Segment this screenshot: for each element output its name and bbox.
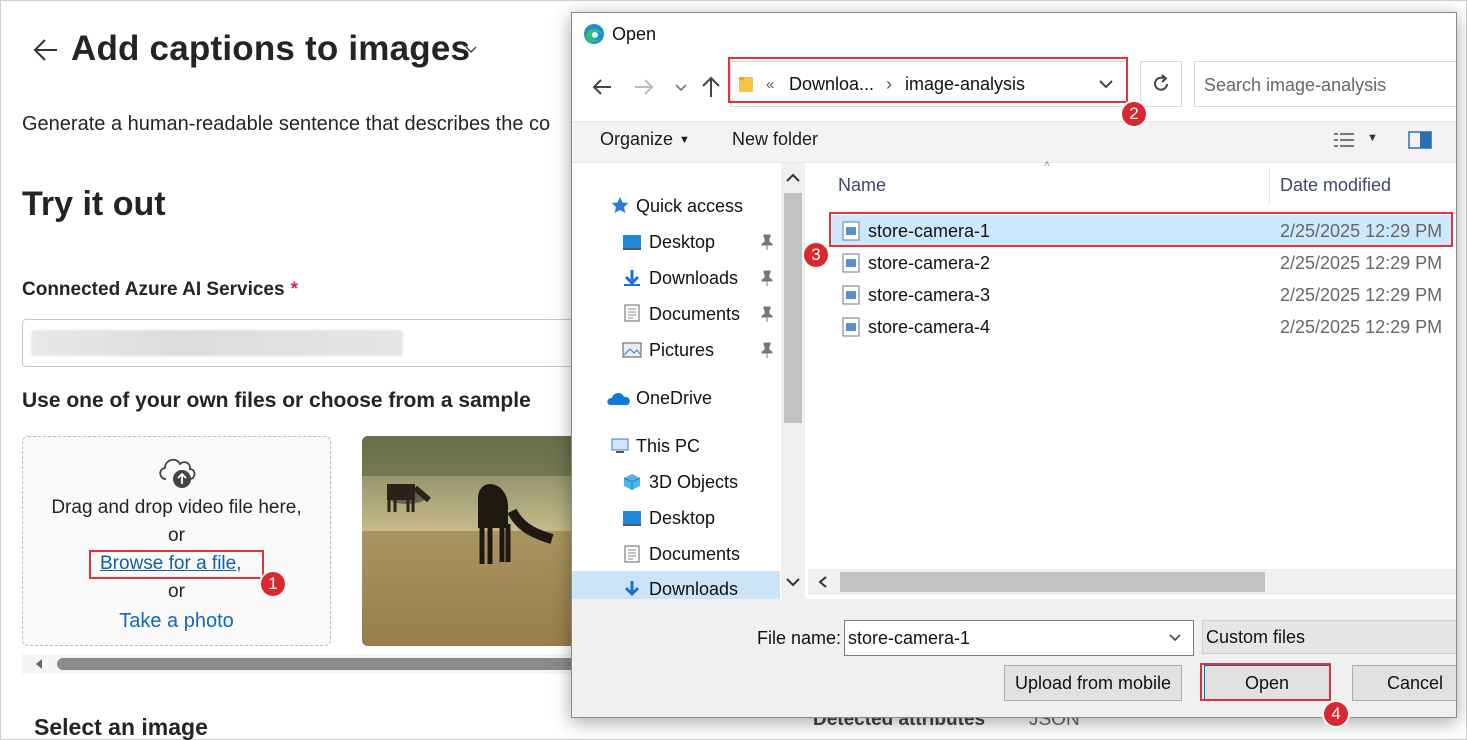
dialog-toolbar [572, 121, 1456, 163]
annotation-box-open [1200, 663, 1331, 701]
view-options-icon[interactable] [1332, 130, 1356, 150]
nav-this-pc[interactable]: This PC [636, 436, 700, 457]
file-date: 2/25/2025 12:29 PM [1280, 285, 1443, 305]
try-it-out-heading: Try it out [22, 185, 166, 223]
documents-icon [624, 545, 640, 563]
refresh-icon [1154, 74, 1168, 91]
nav-3d-objects[interactable]: 3D Objects [649, 472, 738, 493]
take-photo-link[interactable]: Take a photo [22, 610, 331, 633]
upload-from-mobile-button[interactable]: Upload from mobile [1004, 665, 1182, 701]
desktop-icon [623, 511, 641, 526]
column-header-date-modified[interactable]: Date modified [1280, 175, 1391, 196]
scroll-down-icon[interactable] [785, 575, 801, 589]
organize-menu[interactable]: Organize ▼ [600, 129, 690, 150]
annotation-box-address [728, 57, 1128, 103]
sample-image-cows[interactable] [362, 436, 577, 646]
annotation-badge: 3 [802, 241, 830, 269]
cloud-upload-icon [159, 458, 196, 488]
nav-desktop[interactable]: Desktop [649, 232, 715, 253]
column-divider[interactable] [1269, 168, 1270, 204]
nav-downloads-pc[interactable]: Downloads [649, 579, 738, 600]
file-name-value: store-camera-1 [848, 628, 971, 648]
view-options-caret-icon[interactable]: ▼ [1367, 132, 1378, 144]
annotation-box-file [829, 212, 1453, 247]
new-folder-button[interactable]: New folder [732, 129, 818, 150]
image-file-icon [842, 317, 860, 337]
pin-icon[interactable] [760, 234, 774, 250]
pin-icon[interactable] [760, 342, 774, 358]
pin-icon[interactable] [760, 306, 774, 322]
redacted-service-name [31, 330, 403, 356]
dialog-title: Open [612, 24, 657, 44]
select-image-heading: Select an image [34, 714, 208, 740]
image-file-icon [842, 253, 860, 273]
annotation-badge: 4 [1322, 700, 1350, 728]
services-label: Connected Azure AI Services * [22, 279, 298, 300]
annotation-box-browse [89, 550, 264, 579]
caret-down-icon: ▼ [679, 134, 690, 146]
annotation-badge: 2 [1120, 100, 1148, 128]
back-arrow-icon[interactable] [590, 75, 614, 99]
scroll-left-icon[interactable] [31, 656, 47, 672]
drop-instructions: Drag and drop video file here, [51, 497, 302, 518]
nav-pictures[interactable]: Pictures [649, 340, 714, 361]
cancel-button[interactable]: Cancel [1352, 665, 1456, 701]
up-arrow-icon[interactable] [700, 75, 722, 99]
scroll-up-icon[interactable] [785, 171, 801, 185]
recent-locations-chevron-icon[interactable] [674, 75, 688, 99]
page-description: Generate a human-readable sentence that … [22, 113, 551, 135]
chevron-down-icon[interactable] [1168, 632, 1182, 644]
pin-icon[interactable] [760, 270, 774, 286]
required-marker: * [290, 279, 298, 300]
column-header-name[interactable]: Name [838, 175, 886, 196]
nav-scrollbar-thumb[interactable] [784, 193, 802, 423]
image-file-icon [842, 285, 860, 305]
nav-onedrive[interactable]: OneDrive [636, 388, 712, 409]
this-pc-icon [611, 438, 629, 453]
page-title: Add captions to images [71, 29, 471, 68]
file-type-value: Custom files [1206, 627, 1306, 647]
scrollbar-thumb[interactable] [57, 658, 577, 670]
nav-desktop-pc[interactable]: Desktop [649, 508, 715, 529]
star-icon [611, 197, 629, 213]
or-text: or [168, 525, 185, 546]
file-name[interactable]: store-camera-2 [868, 253, 990, 274]
file-name[interactable]: store-camera-3 [868, 285, 990, 306]
file-date: 2/25/2025 12:29 PM [1280, 317, 1443, 337]
forward-arrow-icon[interactable] [632, 75, 656, 99]
downloads-icon [624, 270, 640, 286]
nav-downloads[interactable]: Downloads [649, 268, 738, 289]
desktop-icon [623, 235, 641, 250]
nav-quick-access[interactable]: Quick access [636, 196, 743, 217]
chevron-down-icon[interactable] [463, 41, 479, 57]
file-name[interactable]: store-camera-4 [868, 317, 990, 338]
pictures-icon [622, 342, 642, 358]
documents-icon [624, 304, 640, 322]
file-name-label: File name: [757, 628, 842, 648]
file-date: 2/25/2025 12:29 PM [1280, 253, 1443, 273]
sort-indicator-icon: ˄ [1044, 159, 1050, 170]
annotation-badge: 1 [259, 570, 287, 598]
nav-documents[interactable]: Documents [649, 304, 740, 325]
search-placeholder: Search image-analysis [1204, 75, 1387, 95]
open-file-dialog: Open « Downloa... › image-analysis Searc… [571, 12, 1457, 718]
back-arrow-icon[interactable] [31, 35, 61, 65]
downloads-icon [624, 581, 640, 597]
preview-pane-icon[interactable] [1408, 130, 1432, 150]
scroll-left-icon[interactable] [816, 575, 830, 589]
use-files-label: Use one of your own files or choose from… [22, 389, 531, 412]
edge-browser-icon [584, 24, 604, 44]
file-list-scrollbar-thumb[interactable] [840, 572, 1265, 592]
3d-objects-icon [623, 474, 641, 490]
onedrive-cloud-icon [607, 392, 630, 405]
nav-documents-pc[interactable]: Documents [649, 544, 740, 565]
